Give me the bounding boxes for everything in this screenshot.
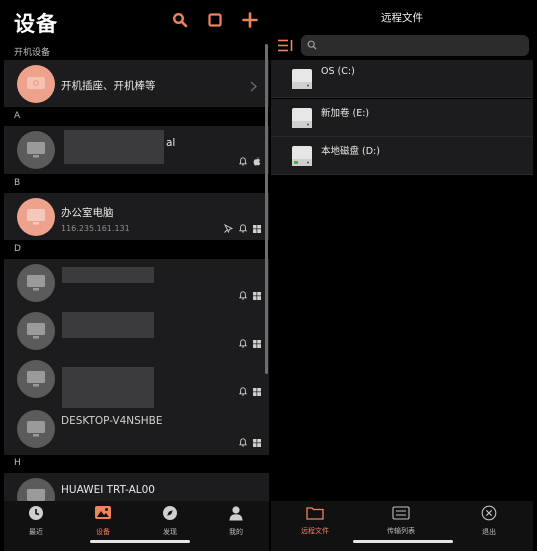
powered-section-label: 开机设备 bbox=[14, 48, 51, 58]
section-header-d: D bbox=[4, 242, 269, 258]
search-icon bbox=[307, 40, 317, 50]
devices-header: 设备 bbox=[4, 0, 269, 40]
device-row[interactable]: 办公室电脑 116.235.161.131 bbox=[4, 193, 269, 240]
device-status-icons bbox=[224, 224, 261, 233]
page-title: 远程文件 bbox=[381, 12, 423, 24]
device-status-icons bbox=[239, 339, 261, 348]
bell-icon bbox=[239, 157, 247, 166]
drive-name: OS (C:) bbox=[321, 66, 355, 77]
folder-icon bbox=[306, 507, 324, 520]
device-row[interactable] bbox=[4, 259, 269, 307]
windows-icon bbox=[253, 224, 261, 233]
drive-item[interactable]: 本地磁盘 (D:) bbox=[271, 137, 533, 175]
windows-icon bbox=[253, 291, 261, 300]
windows-icon bbox=[253, 339, 261, 348]
redacted-device-name bbox=[62, 267, 154, 283]
windows-icon bbox=[253, 438, 261, 447]
drive-item[interactable]: OS (C:) bbox=[271, 60, 533, 98]
avatar bbox=[17, 65, 55, 103]
bell-icon bbox=[239, 224, 247, 233]
chevron-right-icon bbox=[250, 77, 257, 96]
apple-icon bbox=[253, 157, 261, 166]
search-bar[interactable] bbox=[301, 35, 529, 56]
bell-icon bbox=[239, 387, 247, 396]
device-name: DESKTOP-V4NSHBE bbox=[61, 415, 163, 427]
device-status-icons bbox=[239, 387, 261, 396]
drive-name: 本地磁盘 (D:) bbox=[321, 146, 380, 157]
redacted-device-name bbox=[62, 312, 154, 338]
clock-icon bbox=[29, 506, 43, 520]
bell-icon bbox=[239, 438, 247, 447]
home-indicator bbox=[353, 540, 453, 543]
device-status-icons bbox=[239, 438, 261, 447]
drive-icon bbox=[292, 108, 312, 128]
person-icon bbox=[229, 506, 243, 521]
device-name: HUAWEI TRT-AL00 bbox=[61, 484, 155, 496]
windows-icon bbox=[253, 387, 261, 396]
section-header-b: B bbox=[4, 176, 269, 192]
tab-exit[interactable]: 退出 bbox=[469, 505, 509, 537]
avatar bbox=[17, 131, 55, 169]
avatar bbox=[17, 360, 55, 398]
bell-icon bbox=[239, 291, 247, 300]
device-name: 办公室电脑 bbox=[61, 207, 114, 219]
tab-remote-files[interactable]: 远程文件 bbox=[293, 505, 337, 536]
tab-me[interactable]: 我的 bbox=[216, 505, 256, 537]
device-status-icons bbox=[239, 157, 261, 166]
bell-icon bbox=[239, 339, 247, 348]
bottom-tab-bar: 最近 设备 发现 我的 bbox=[4, 501, 269, 551]
home-indicator bbox=[90, 540, 190, 543]
search-icon[interactable] bbox=[172, 12, 190, 30]
sort-list-icon[interactable] bbox=[278, 37, 294, 56]
section-header-a: A bbox=[4, 109, 269, 125]
redacted-device-name bbox=[62, 368, 154, 408]
section-header-h: H bbox=[4, 456, 269, 472]
device-status-icons bbox=[239, 291, 261, 300]
device-row[interactable] bbox=[4, 307, 269, 355]
device-ip: 116.235.161.131 bbox=[61, 224, 130, 233]
drive-icon bbox=[292, 146, 312, 166]
drive-name: 新加卷 (E:) bbox=[321, 108, 370, 119]
avatar bbox=[17, 264, 55, 302]
devices-panel: 设备 开机设备 开机插座、开机棒等 A al B 办公室电脑 116.235.1… bbox=[4, 0, 269, 551]
tab-devices[interactable]: 设备 bbox=[83, 505, 123, 537]
add-icon[interactable] bbox=[242, 12, 260, 30]
powered-device-row[interactable]: 开机插座、开机棒等 bbox=[4, 60, 269, 107]
search-input[interactable] bbox=[321, 37, 521, 54]
page-title: 设备 bbox=[14, 12, 58, 36]
tab-recent[interactable]: 最近 bbox=[16, 505, 56, 537]
close-circle-icon bbox=[481, 505, 497, 521]
device-row[interactable]: al bbox=[4, 126, 269, 174]
remote-control-icon bbox=[224, 224, 233, 233]
gallery-icon bbox=[95, 506, 111, 519]
powered-device-label: 开机插座、开机棒等 bbox=[61, 80, 156, 92]
device-row[interactable]: DESKTOP-V4NSHBE bbox=[4, 403, 269, 455]
tab-discover[interactable]: 发现 bbox=[150, 505, 190, 537]
avatar bbox=[17, 312, 55, 350]
device-name: al bbox=[166, 137, 176, 149]
compass-icon bbox=[163, 506, 177, 520]
remote-files-panel: 远程文件 OS (C:) 新加卷 (E:) 本地磁盘 (D:) 远程文件 传输列… bbox=[271, 0, 533, 551]
drive-item[interactable]: 新加卷 (E:) bbox=[271, 99, 533, 137]
drive-icon bbox=[292, 69, 312, 89]
tab-transfer-list[interactable]: 传输列表 bbox=[379, 505, 423, 536]
avatar bbox=[17, 410, 55, 448]
device-row[interactable]: HUAWEI TRT-AL00 bbox=[4, 473, 269, 516]
scan-icon[interactable] bbox=[207, 12, 225, 30]
list-icon bbox=[392, 506, 410, 520]
redacted-device-name bbox=[64, 130, 164, 164]
scrollbar[interactable] bbox=[265, 44, 268, 374]
bottom-tab-bar: 远程文件 传输列表 退出 bbox=[271, 501, 533, 551]
avatar bbox=[17, 198, 55, 236]
